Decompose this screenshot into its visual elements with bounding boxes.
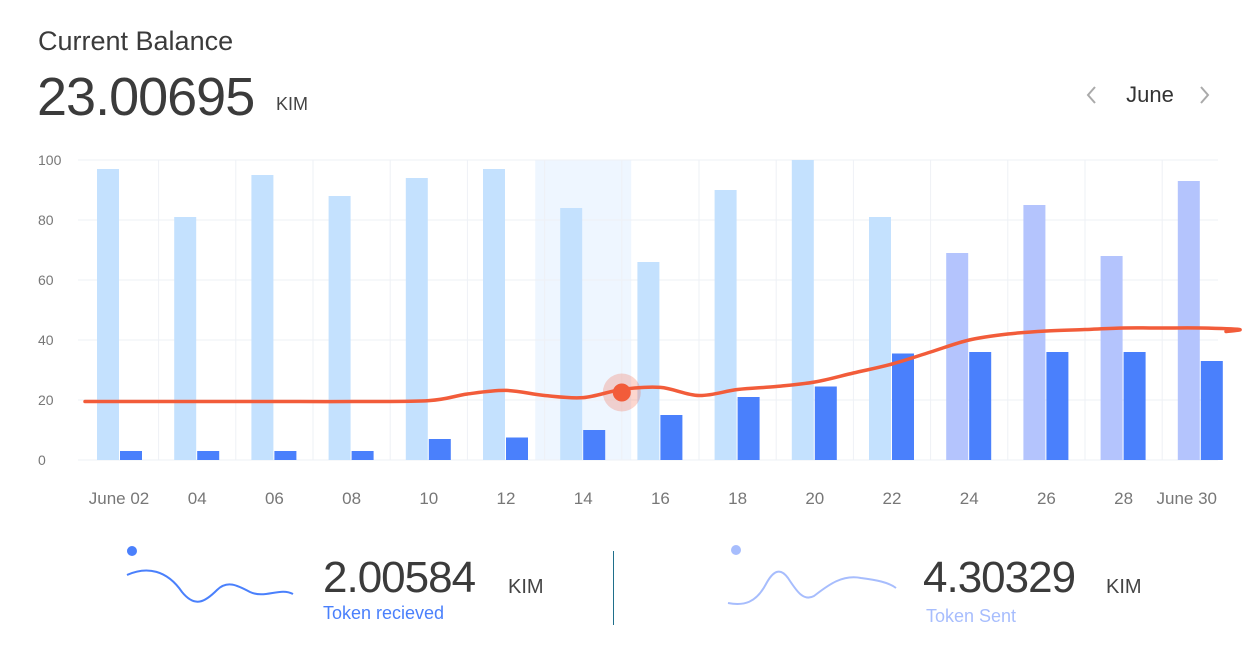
bar-total: [869, 217, 891, 460]
month-label: June: [1126, 82, 1174, 107]
sent-dot: [731, 545, 741, 555]
bar-sent: [892, 353, 914, 460]
balance-chart: 0 20 40 60 80 100 June 02 04 06 08 10 12 14 16 18 20 22 2…: [38, 152, 1242, 508]
y-tick-label: 40: [38, 332, 54, 348]
bar-total: [946, 253, 969, 460]
x-tick-label: 16: [651, 489, 670, 508]
x-tick-label: 26: [1037, 489, 1056, 508]
bar-total: [405, 178, 428, 460]
x-tick-label: 08: [342, 489, 361, 508]
bar-sent: [120, 451, 142, 460]
sent-sparkline: [727, 570, 897, 605]
received-sparkline: [126, 569, 294, 603]
x-tick-label: 18: [728, 489, 747, 508]
chevron-right-icon[interactable]: [1194, 82, 1214, 108]
bar-total: [97, 169, 119, 460]
y-tick-label: 20: [38, 392, 54, 408]
x-tick-label: June 30: [1157, 489, 1218, 508]
x-tick-label: 24: [960, 489, 979, 508]
x-tick-label: 10: [419, 489, 438, 508]
bar-total: [637, 262, 660, 460]
bar-sent: [506, 437, 528, 460]
x-tick-label: 06: [265, 489, 284, 508]
bar-sent: [969, 352, 992, 460]
bar-total: [251, 175, 274, 460]
bar-total: [560, 208, 583, 460]
x-tick-label: 04: [188, 489, 207, 508]
bar-total: [328, 196, 351, 460]
bar-total: [791, 160, 814, 460]
bar-sent: [737, 397, 760, 460]
sent-value: 4.30329: [923, 553, 1076, 602]
bar-sent: [1046, 352, 1069, 460]
bar-sent: [274, 451, 297, 460]
bar-total: [1177, 181, 1200, 460]
x-tick-label: 28: [1114, 489, 1133, 508]
bar-sent: [351, 451, 374, 460]
chevron-left-icon[interactable]: [1082, 82, 1102, 108]
received-unit: KIM: [508, 576, 544, 598]
balance-unit: KIM: [276, 94, 309, 114]
highlight-band: [535, 160, 632, 460]
bar-sent: [583, 430, 606, 460]
y-tick-label: 60: [38, 272, 54, 288]
bar-sent: [660, 415, 683, 460]
x-tick-label: June 02: [89, 489, 150, 508]
sent-label: Token Sent: [926, 606, 1017, 626]
x-tick-label: 12: [497, 489, 516, 508]
stats-divider: [613, 551, 614, 625]
received-dot: [127, 546, 137, 556]
x-tick-label: 20: [805, 489, 824, 508]
received-label: Token recieved: [323, 603, 445, 623]
y-tick-label: 80: [38, 212, 54, 228]
bar-sent: [1123, 352, 1146, 460]
x-tick-label: 22: [883, 489, 902, 508]
bar-sent: [1200, 361, 1223, 460]
y-tick-label: 0: [38, 452, 46, 468]
bar-sent: [197, 451, 220, 460]
bar-total: [483, 169, 505, 460]
x-tick-label: 14: [574, 489, 593, 508]
balance-value: 23.00695: [37, 67, 255, 127]
bar-total: [714, 190, 737, 460]
bar-total: [1100, 256, 1123, 460]
sent-unit: KIM: [1106, 576, 1142, 598]
bar-sent: [428, 439, 451, 460]
marker-point: [612, 383, 631, 402]
page-title: Current Balance: [38, 26, 234, 56]
month-navigator: June: [1080, 80, 1220, 110]
bar-sent: [814, 386, 837, 460]
bar-total: [174, 217, 197, 460]
y-tick-label: 100: [38, 152, 62, 168]
received-value: 2.00584: [323, 553, 476, 602]
